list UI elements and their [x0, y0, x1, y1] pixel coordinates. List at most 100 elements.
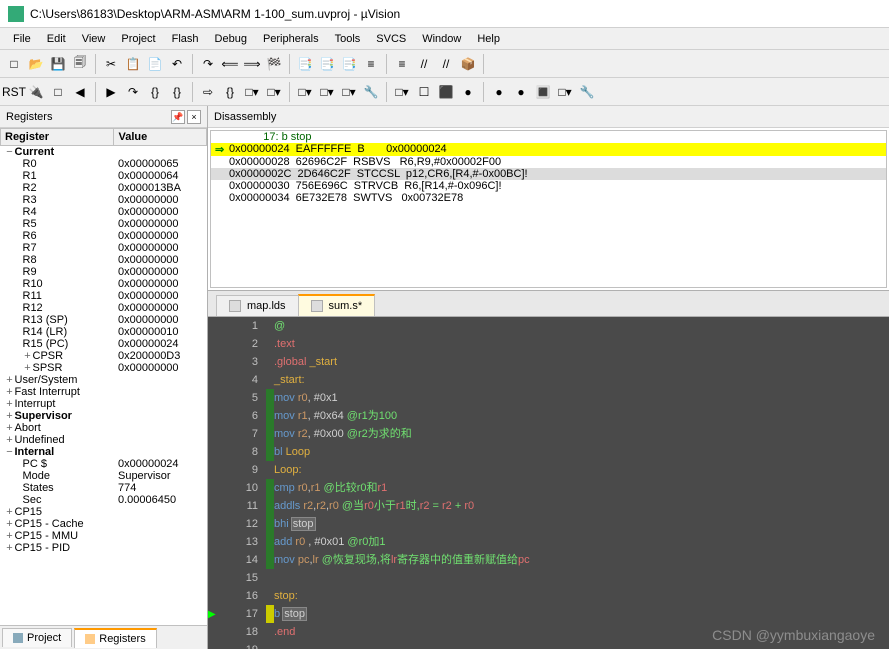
disasm-row[interactable]: 0x0000002C 2D646C2F STCCSL p12,CR6,[R4,#… [211, 168, 886, 180]
toolbar-button[interactable]: ⟹ [242, 54, 262, 74]
menu-view[interactable]: View [75, 31, 113, 47]
toolbar-button[interactable]: 📑 [317, 54, 337, 74]
code-line[interactable]: b stop [274, 605, 889, 623]
register-row[interactable]: R100x00000000 [1, 278, 207, 290]
menu-project[interactable]: Project [114, 31, 162, 47]
toolbar-button[interactable]: 📄 [145, 54, 165, 74]
register-row[interactable]: +SPSR0x00000000 [1, 362, 207, 374]
register-row[interactable]: R50x00000000 [1, 218, 207, 230]
register-row[interactable]: R20x000013BA [1, 182, 207, 194]
register-row[interactable]: +CP15 - Cache [1, 518, 207, 530]
register-row[interactable]: R40x00000000 [1, 206, 207, 218]
toolbar-button[interactable]: ▶ [101, 82, 121, 102]
register-row[interactable]: +CP15 - MMU [1, 530, 207, 542]
toolbar-button[interactable]: ⬛ [436, 82, 456, 102]
register-row[interactable]: +Abort [1, 422, 207, 434]
code-line[interactable]: cmp r0,r1 @比较r0和r1 [274, 479, 889, 497]
toolbar-button[interactable]: RST [4, 82, 24, 102]
toolbar-button[interactable]: ↶ [167, 54, 187, 74]
register-row[interactable]: R30x00000000 [1, 194, 207, 206]
bottom-tab-registers[interactable]: Registers [74, 628, 156, 648]
toolbar-button[interactable]: □▾ [339, 82, 359, 102]
toolbar-button[interactable]: ✂ [101, 54, 121, 74]
toolbar-button[interactable]: ◀ [70, 82, 90, 102]
code-line[interactable]: Loop: [274, 461, 889, 479]
register-row[interactable]: +Supervisor [1, 410, 207, 422]
editor-tab[interactable]: map.lds [216, 295, 299, 316]
menu-file[interactable]: File [6, 31, 38, 47]
code-line[interactable]: mov r2, #0x00 @r2为求的和 [274, 425, 889, 443]
code-line[interactable] [274, 569, 889, 587]
code-content[interactable]: @.text.global _start_start: mov r0, #0x1… [274, 317, 889, 649]
toolbar-button[interactable]: □ [4, 54, 24, 74]
toolbar-button[interactable]: 📑 [339, 54, 359, 74]
toolbar-button[interactable]: ⟸ [220, 54, 240, 74]
toolbar-button[interactable]: // [414, 54, 434, 74]
menu-window[interactable]: Window [415, 31, 468, 47]
menu-peripherals[interactable]: Peripherals [256, 31, 326, 47]
code-line[interactable]: bhi stop [274, 515, 889, 533]
register-row[interactable]: R90x00000000 [1, 266, 207, 278]
code-line[interactable]: addls r2,r2,r0 @当r0小于r1时,r2 = r2 + r0 [274, 497, 889, 515]
register-row[interactable]: R120x00000000 [1, 302, 207, 314]
toolbar-button[interactable]: ≡ [361, 54, 381, 74]
register-row[interactable]: +CP15 - PID [1, 542, 207, 554]
register-row[interactable]: R15 (PC)0x00000024 [1, 338, 207, 350]
toolbar-button[interactable]: 🔧 [577, 82, 597, 102]
bottom-tab-project[interactable]: Project [2, 628, 72, 647]
toolbar-button[interactable]: {} [167, 82, 187, 102]
menu-flash[interactable]: Flash [165, 31, 206, 47]
code-line[interactable]: add r0 , #0x01 @r0加1 [274, 533, 889, 551]
register-row[interactable]: R80x00000000 [1, 254, 207, 266]
register-row[interactable]: States774 [1, 482, 207, 494]
disasm-row[interactable]: 0x00000034 6E732E78 SWTVS 0x00732E78 [211, 192, 886, 204]
register-row[interactable]: +Fast Interrupt [1, 386, 207, 398]
toolbar-button[interactable]: {} [145, 82, 165, 102]
toolbar-button[interactable]: ⇨ [198, 82, 218, 102]
menu-edit[interactable]: Edit [40, 31, 73, 47]
register-row[interactable]: R60x00000000 [1, 230, 207, 242]
register-row[interactable]: R13 (SP)0x00000000 [1, 314, 207, 326]
code-line[interactable]: bl Loop [274, 443, 889, 461]
reg-header-value[interactable]: Value [114, 129, 207, 146]
toolbar-button[interactable]: 🔳 [533, 82, 553, 102]
toolbar-button[interactable]: 🔧 [361, 82, 381, 102]
toolbar-button[interactable]: □ [48, 82, 68, 102]
register-row[interactable]: +CPSR0x200000D3 [1, 350, 207, 362]
toolbar-button[interactable]: □▾ [317, 82, 337, 102]
toolbar-button[interactable]: 📋 [123, 54, 143, 74]
toolbar-button[interactable]: 🔌 [26, 82, 46, 102]
register-row[interactable]: −Internal [1, 446, 207, 458]
menu-help[interactable]: Help [470, 31, 507, 47]
toolbar-button[interactable]: ● [511, 82, 531, 102]
toolbar-button[interactable]: 🏁 [264, 54, 284, 74]
code-line[interactable]: _start: [274, 371, 889, 389]
disassembly-listing[interactable]: 17: b stop⇒0x00000024 EAFFFFFE B 0x00000… [210, 130, 887, 288]
toolbar-button[interactable]: 📦 [458, 54, 478, 74]
toolbar-button[interactable]: 📂 [26, 54, 46, 74]
toolbar-button[interactable]: ● [458, 82, 478, 102]
code-line[interactable]: mov r1, #0x64 @r1为100 [274, 407, 889, 425]
disasm-row[interactable]: 0x00000028 62696C2F RSBVS R6,R9,#0x00002… [211, 156, 886, 168]
toolbar-button[interactable]: ☐ [414, 82, 434, 102]
toolbar-button[interactable]: □▾ [392, 82, 412, 102]
toolbar-button[interactable]: ≡ [392, 54, 412, 74]
register-row[interactable]: −Current [1, 146, 207, 159]
toolbar-button[interactable]: ↷ [123, 82, 143, 102]
code-line[interactable]: stop: [274, 587, 889, 605]
code-line[interactable]: mov pc,lr @恢复现场,将lr寄存器中的值重新赋值给pc [274, 551, 889, 569]
toolbar-button[interactable]: □▾ [264, 82, 284, 102]
register-row[interactable]: ModeSupervisor [1, 470, 207, 482]
toolbar-button[interactable]: 🗐 [70, 54, 90, 74]
register-row[interactable]: R00x00000065 [1, 158, 207, 170]
menu-tools[interactable]: Tools [328, 31, 368, 47]
register-row[interactable]: Sec0.00006450 [1, 494, 207, 506]
register-row[interactable]: R110x00000000 [1, 290, 207, 302]
pin-icon[interactable]: 📌 [171, 110, 185, 124]
register-row[interactable]: +Undefined [1, 434, 207, 446]
code-line[interactable]: .text [274, 335, 889, 353]
toolbar-button[interactable]: // [436, 54, 456, 74]
reg-header-name[interactable]: Register [1, 129, 114, 146]
close-icon[interactable]: × [187, 110, 201, 124]
menu-debug[interactable]: Debug [208, 31, 254, 47]
